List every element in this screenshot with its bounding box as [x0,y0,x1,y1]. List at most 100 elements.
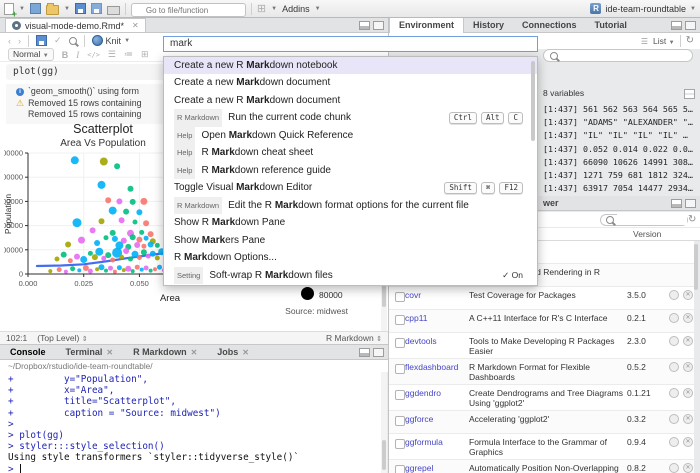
package-website-icon[interactable] [669,437,679,447]
console-output[interactable]: + y="Population", + x="Area", + title="Sca… [0,372,381,473]
print-icon[interactable] [106,5,120,15]
new-project-icon[interactable] [29,3,41,14]
package-name-link[interactable]: ggdendro [405,387,469,398]
package-checkbox[interactable] [389,289,405,307]
package-checkbox[interactable] [389,462,405,473]
maximize-pane-icon[interactable] [373,347,384,357]
addins-dropdown-icon[interactable]: ▼ [315,6,321,12]
package-checkbox[interactable] [389,312,405,330]
package-website-icon[interactable] [669,290,679,300]
package-remove-icon[interactable]: ✕ [683,336,693,346]
package-name-link[interactable]: flexdashboard [405,361,469,372]
package-remove-icon[interactable]: ✕ [683,362,693,372]
package-remove-icon[interactable]: ✕ [683,290,693,300]
pane-layout-grid-icon[interactable]: ⊞ [257,2,266,15]
package-name-link[interactable]: ggformula [405,436,469,447]
palette-item-8[interactable]: R Markdown Edit the R Markdown format opt… [164,196,537,214]
save-all-icon[interactable] [90,3,102,14]
palette-item-1[interactable]: Create a new Markdown document [164,74,537,92]
package-name-link[interactable]: cpp11 [405,312,469,323]
refresh-icon[interactable]: ↻ [686,36,694,46]
package-remove-icon[interactable]: ✕ [683,313,693,323]
open-dropdown-icon[interactable]: ▼ [64,6,70,12]
numbered-list-icon[interactable]: ≔ [124,49,133,60]
palette-item-0[interactable]: Create a new R Markdown notebook [164,56,537,74]
tab-connections[interactable]: Connections [513,18,586,32]
minimize-pane-icon[interactable] [359,20,370,30]
package-website-icon[interactable] [669,313,679,323]
list-dropdown[interactable]: List ▼ [653,36,675,46]
refresh-icon[interactable]: ↻ [688,214,700,225]
scope-selector[interactable]: (Top Level) ⇕ [37,333,87,343]
package-checkbox[interactable] [389,387,405,405]
close-icon[interactable]: ✕ [191,348,198,357]
forward-icon[interactable]: › [18,36,21,46]
tab-history[interactable]: History [464,18,513,32]
package-checkbox[interactable] [389,413,405,431]
find-icon[interactable] [68,36,77,45]
tab-environment[interactable]: Environment [389,18,465,33]
tab-jobs[interactable]: Jobs ✕ [207,345,259,359]
palette-item-7[interactable]: Toggle Visual Markdown Editor Shift ⌘ F12 [164,179,537,197]
package-website-icon[interactable] [669,362,679,372]
package-checkbox[interactable] [389,361,405,379]
package-checkbox[interactable] [389,436,405,454]
palette-item-9[interactable]: Show R Markdown Pane [164,214,537,232]
palette-item-5[interactable]: Help R Markdown cheat sheet [164,144,537,162]
packages-scrollbar-thumb[interactable] [694,244,698,290]
palette-item-10[interactable]: Show Markers Pane [164,232,537,250]
close-icon[interactable]: ✕ [106,348,113,357]
new-file-dropdown-icon[interactable]: ▼ [19,6,25,12]
package-remove-icon[interactable]: ✕ [683,414,693,424]
insert-table-icon[interactable]: ⊞ [141,49,149,60]
package-website-icon[interactable] [669,388,679,398]
format-dropdown[interactable]: Normal ▼ [8,48,54,61]
filetype-selector[interactable]: R Markdown ⇕ [326,333,382,343]
italic-icon[interactable]: I [76,50,79,60]
palette-item-4[interactable]: Help Open Markdown Quick Reference [164,126,537,144]
save-icon[interactable] [36,35,47,46]
palette-item-6[interactable]: Help R Markdown reference guide [164,161,537,179]
bold-icon[interactable]: B [62,50,69,60]
save-icon[interactable] [74,3,86,14]
package-website-icon[interactable] [669,336,679,346]
palette-item-11[interactable]: R Markdown Options... [164,249,537,267]
tab-terminal[interactable]: Terminal ✕ [56,345,124,359]
maximize-pane-icon[interactable] [685,20,696,30]
goto-file-input[interactable] [130,3,246,17]
new-file-icon[interactable] [4,2,17,19]
tab-console[interactable]: Console [0,345,56,359]
package-website-icon[interactable] [669,463,679,473]
palette-item-12[interactable]: Setting Soft-wrap R Markdown files ✓ On [164,266,537,285]
spellcheck-icon[interactable]: ✓ [54,35,62,46]
setting-toggle[interactable]: ✓ On [502,267,523,285]
package-remove-icon[interactable]: ✕ [683,388,693,398]
code-icon[interactable]: </> [87,51,100,59]
package-name-link[interactable]: devtools [405,335,469,346]
package-checkbox[interactable] [389,335,405,353]
command-palette-input[interactable] [163,35,538,52]
console-scrollbar-thumb[interactable] [382,440,386,470]
palette-scrollbar-thumb[interactable] [531,60,535,141]
console-working-directory[interactable]: ~/Dropbox/rstudio/ide-team-roundtable/ [0,360,388,372]
data-grid-icon[interactable] [684,89,695,99]
back-icon[interactable]: ‹ [8,36,11,46]
environment-search-input[interactable] [562,50,686,61]
maximize-pane-icon[interactable] [685,198,696,208]
open-file-icon[interactable] [45,2,59,15]
tab-r-markdown[interactable]: R Markdown ✕ [123,345,207,359]
maximize-pane-icon[interactable] [373,20,384,30]
bullet-list-icon[interactable]: ☰ [108,49,116,60]
packages-scrollbar[interactable] [694,241,699,473]
package-remove-icon[interactable]: ✕ [683,463,693,473]
close-icon[interactable]: ✕ [132,21,139,30]
minimize-pane-icon[interactable] [671,198,682,208]
minimize-pane-icon[interactable] [359,347,370,357]
minimize-pane-icon[interactable] [671,20,682,30]
addins-menu[interactable]: Addins [282,4,310,14]
package-name-link[interactable]: ggrepel [405,462,469,473]
editor-tab-visual-mode-demo[interactable]: visual-mode-demo.Rmd* ✕ [5,18,146,32]
knit-button[interactable]: Knit ▼ [91,35,130,46]
palette-item-2[interactable]: Create a new R Markdown document [164,92,537,110]
close-icon[interactable]: ✕ [242,348,249,357]
